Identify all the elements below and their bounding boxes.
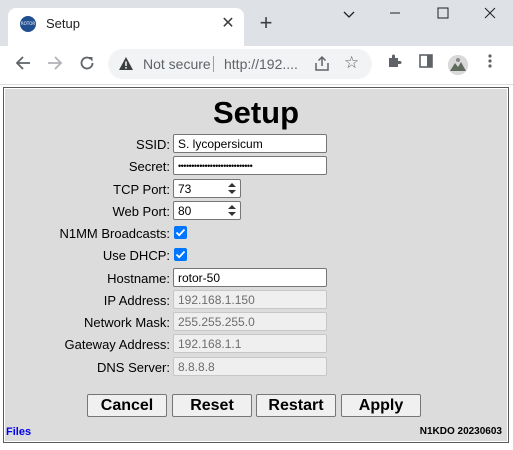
- restart-button[interactable]: Restart: [256, 394, 336, 417]
- hostname-label: Hostname:: [107, 271, 170, 286]
- url-text[interactable]: http://192....: [224, 56, 298, 72]
- dns-label: DNS Server:: [97, 360, 170, 375]
- page-title: Setup: [212, 95, 300, 130]
- dhcp-checkbox[interactable]: [174, 248, 187, 261]
- profile-avatar[interactable]: [448, 55, 468, 75]
- cancel-button[interactable]: Cancel: [87, 394, 167, 417]
- ip-address-row: IP Address: 192.168.1.150: [4, 290, 508, 311]
- rotor-favicon-icon: ROTOR: [20, 16, 36, 32]
- tcp-port-spinner-icon[interactable]: [227, 182, 237, 195]
- files-link[interactable]: Files: [6, 426, 31, 438]
- browser-toolbar: Not secure http://192.... ☆: [0, 46, 513, 85]
- extensions-icon[interactable]: [382, 53, 406, 77]
- gateway-row: Gateway Address: 192.168.1.1: [4, 334, 508, 355]
- tcp-port-value: 73: [178, 182, 192, 196]
- back-arrow-icon[interactable]: [10, 52, 36, 78]
- gateway-label: Gateway Address:: [64, 337, 171, 352]
- n1mm-label: N1MM Broadcasts:: [59, 226, 170, 241]
- dns-row: DNS Server: 8.8.8.8: [4, 357, 508, 378]
- setup-form-frame: Setup SSID: S. lycopersicum Secret: ••••…: [3, 87, 509, 443]
- secret-label: Secret:: [128, 159, 170, 174]
- web-port-label: Web Port:: [112, 204, 170, 219]
- hostname-input[interactable]: rotor-50: [173, 268, 327, 287]
- ip-address-input: 192.168.1.150: [173, 290, 327, 309]
- web-port-row: Web Port: 80: [4, 201, 508, 222]
- ssid-row: SSID: S. lycopersicum: [4, 134, 508, 155]
- network-mask-row: Network Mask: 255.255.255.0: [4, 312, 508, 333]
- secret-row: Secret: ••••••••••••••••••••••••••••: [4, 156, 508, 177]
- side-panel-icon[interactable]: [414, 53, 438, 77]
- tcp-port-row: TCP Port: 73: [4, 179, 508, 200]
- omnibox-divider: [213, 56, 214, 72]
- reload-icon[interactable]: [74, 52, 100, 78]
- checkmark-icon: [175, 228, 186, 237]
- secret-input[interactable]: ••••••••••••••••••••••••••••: [173, 156, 327, 175]
- kebab-menu-icon[interactable]: [478, 53, 502, 77]
- n1mm-row: N1MM Broadcasts:: [4, 223, 508, 244]
- not-secure-label[interactable]: Not secure: [143, 56, 211, 72]
- tab-title: Setup: [46, 16, 80, 31]
- network-mask-input: 255.255.255.0: [173, 312, 327, 331]
- browser-tab[interactable]: ROTOR Setup ✕: [8, 8, 244, 46]
- warning-icon[interactable]: [118, 56, 134, 72]
- page-viewport: Setup SSID: S. lycopersicum Secret: ••••…: [0, 85, 513, 450]
- hostname-row: Hostname: rotor-50: [4, 268, 508, 289]
- tcp-port-input[interactable]: 73: [173, 179, 241, 198]
- new-tab-button[interactable]: +: [254, 11, 278, 35]
- web-port-value: 80: [178, 204, 192, 218]
- tcp-port-label: TCP Port:: [113, 182, 170, 197]
- apply-button[interactable]: Apply: [341, 394, 421, 417]
- address-bar[interactable]: Not secure http://192.... ☆: [108, 49, 372, 79]
- dns-input: 8.8.8.8: [173, 357, 327, 376]
- dhcp-label: Use DHCP:: [102, 248, 170, 263]
- gateway-input: 192.168.1.1: [173, 334, 327, 353]
- tab-close-icon[interactable]: ✕: [218, 14, 238, 34]
- checkmark-icon: [175, 250, 186, 259]
- web-port-spinner-icon[interactable]: [227, 204, 237, 217]
- forward-arrow-icon[interactable]: [42, 52, 68, 78]
- tab-search-icon[interactable]: [334, 5, 364, 25]
- n1mm-checkbox[interactable]: [174, 226, 187, 239]
- network-mask-label: Network Mask:: [84, 315, 170, 330]
- version-label: N1KDO 20230603: [419, 426, 502, 437]
- web-port-input[interactable]: 80: [173, 201, 241, 220]
- browser-titlebar: ROTOR Setup ✕ +: [0, 0, 513, 46]
- close-window-icon[interactable]: [475, 5, 505, 25]
- ssid-label: SSID:: [136, 137, 170, 152]
- star-icon[interactable]: ☆: [344, 53, 359, 73]
- dhcp-row: Use DHCP:: [4, 245, 508, 266]
- minimize-icon[interactable]: [380, 5, 410, 25]
- reset-button[interactable]: Reset: [172, 394, 252, 417]
- maximize-icon[interactable]: [428, 5, 458, 25]
- share-icon[interactable]: [313, 55, 331, 73]
- ssid-input[interactable]: S. lycopersicum: [173, 134, 327, 153]
- ip-address-label: IP Address:: [103, 293, 170, 308]
